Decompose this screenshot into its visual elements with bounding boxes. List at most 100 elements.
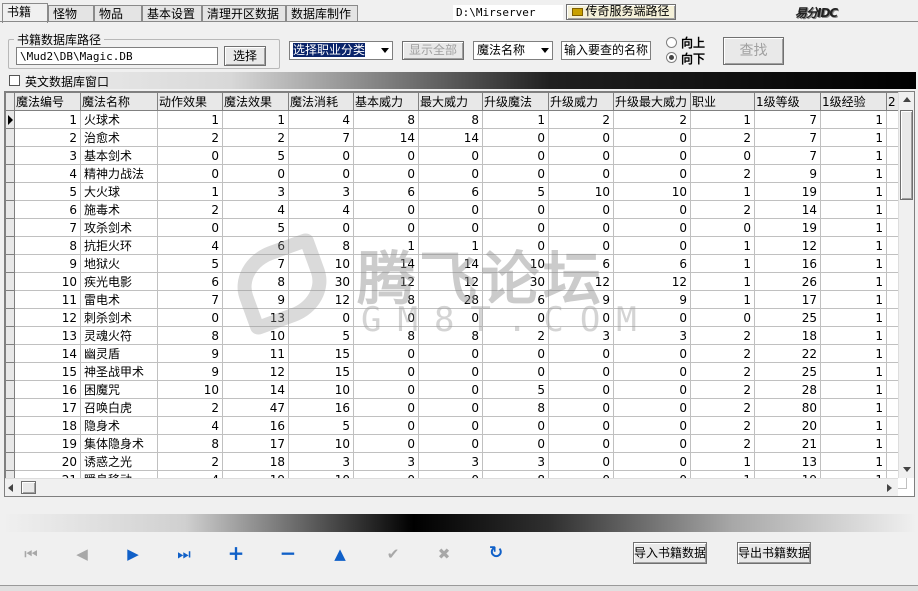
table-cell[interactable]: 8 xyxy=(14,236,81,255)
server-path-button[interactable]: 传奇服务端路径 xyxy=(566,4,676,20)
table-cell[interactable]: 2 xyxy=(690,200,755,219)
table-cell[interactable]: 10 xyxy=(14,272,81,291)
table-cell[interactable]: 11 xyxy=(222,344,289,363)
table-cell[interactable]: 4 xyxy=(14,164,81,183)
table-cell[interactable]: 0 xyxy=(157,218,223,237)
row-indicator[interactable] xyxy=(5,344,15,363)
row-indicator[interactable] xyxy=(5,416,15,435)
select-db-button[interactable]: 选择 xyxy=(224,46,266,66)
table-cell[interactable]: 0 xyxy=(353,362,419,381)
table-cell[interactable]: 12 xyxy=(418,272,483,291)
row-indicator[interactable] xyxy=(5,452,15,471)
table-cell[interactable]: 1 xyxy=(222,110,289,129)
row-indicator[interactable] xyxy=(5,398,15,417)
table-cell[interactable]: 1 xyxy=(157,110,223,129)
table-row[interactable]: 8 抗拒火环 4 6 8 1 1 0 0 0 1 12 1 xyxy=(5,236,907,255)
row-indicator[interactable] xyxy=(5,200,15,219)
table-cell[interactable]: 4 xyxy=(222,200,289,219)
magic-name-cell[interactable]: 疾光电影 xyxy=(80,272,158,291)
table-cell[interactable]: 8 xyxy=(353,290,419,309)
table-cell[interactable]: 1 xyxy=(690,290,755,309)
table-cell[interactable]: 26 xyxy=(754,272,821,291)
table-cell[interactable]: 3 xyxy=(613,326,691,345)
table-cell[interactable]: 1 xyxy=(353,236,419,255)
table-row[interactable]: 13 灵魂火符 8 10 5 8 8 2 3 3 2 18 1 xyxy=(5,326,907,345)
search-input[interactable]: 输入要查的名称 xyxy=(561,41,651,60)
table-cell[interactable]: 0 xyxy=(690,308,755,327)
table-cell[interactable]: 2 xyxy=(690,344,755,363)
tab-clean-server-data[interactable]: 清理开区数据 xyxy=(202,5,286,22)
table-row[interactable]: 11 雷电术 7 9 12 8 28 6 9 9 1 17 1 xyxy=(5,290,907,309)
table-cell[interactable]: 17 xyxy=(14,398,81,417)
column-header[interactable]: 升级威力 xyxy=(548,92,614,111)
table-cell[interactable]: 0 xyxy=(418,434,483,453)
column-header[interactable]: 基本威力 xyxy=(353,92,419,111)
table-cell[interactable]: 10 xyxy=(548,182,614,201)
table-cell[interactable]: 0 xyxy=(418,308,483,327)
tab-basic-settings[interactable]: 基本设置 xyxy=(142,5,202,22)
table-cell[interactable]: 0 xyxy=(482,146,549,165)
table-cell[interactable]: 2 xyxy=(690,416,755,435)
table-cell[interactable]: 0 xyxy=(353,200,419,219)
magic-name-cell[interactable]: 火球术 xyxy=(80,110,158,129)
table-cell[interactable]: 1 xyxy=(820,452,887,471)
table-cell[interactable]: 1 xyxy=(820,362,887,381)
scroll-left-icon[interactable] xyxy=(8,484,13,492)
table-cell[interactable]: 5 xyxy=(482,380,549,399)
table-cell[interactable]: 8 xyxy=(222,272,289,291)
table-cell[interactable]: 7 xyxy=(14,218,81,237)
magic-name-cell[interactable]: 治愈术 xyxy=(80,128,158,147)
magic-name-cell[interactable]: 困魔咒 xyxy=(80,380,158,399)
table-cell[interactable]: 6 xyxy=(222,236,289,255)
table-cell[interactable]: 0 xyxy=(548,146,614,165)
table-cell[interactable]: 5 xyxy=(482,182,549,201)
table-cell[interactable]: 3 xyxy=(288,182,354,201)
table-cell[interactable]: 0 xyxy=(482,218,549,237)
table-cell[interactable]: 0 xyxy=(418,398,483,417)
table-cell[interactable]: 0 xyxy=(288,146,354,165)
table-cell[interactable]: 16 xyxy=(222,416,289,435)
row-indicator[interactable] xyxy=(5,146,15,165)
table-cell[interactable]: 0 xyxy=(548,362,614,381)
table-cell[interactable]: 8 xyxy=(288,236,354,255)
table-cell[interactable]: 1 xyxy=(690,110,755,129)
table-cell[interactable]: 0 xyxy=(482,434,549,453)
table-cell[interactable]: 6 xyxy=(482,290,549,309)
table-cell[interactable]: 19 xyxy=(754,182,821,201)
row-indicator[interactable] xyxy=(5,308,15,327)
table-cell[interactable]: 8 xyxy=(157,326,223,345)
table-cell[interactable]: 0 xyxy=(613,380,691,399)
radio-up[interactable] xyxy=(666,37,677,48)
table-cell[interactable]: 0 xyxy=(482,344,549,363)
table-cell[interactable]: 12 xyxy=(222,362,289,381)
row-indicator[interactable] xyxy=(5,380,15,399)
table-cell[interactable]: 20 xyxy=(754,416,821,435)
table-cell[interactable]: 14 xyxy=(353,254,419,273)
table-cell[interactable]: 3 xyxy=(222,182,289,201)
table-cell[interactable]: 9 xyxy=(754,164,821,183)
table-cell[interactable]: 0 xyxy=(353,146,419,165)
table-cell[interactable]: 18 xyxy=(754,326,821,345)
tab-monsters[interactable]: 怪物 xyxy=(48,5,94,22)
table-cell[interactable]: 15 xyxy=(288,362,354,381)
table-row[interactable]: 4 精神力战法 0 0 0 0 0 0 0 0 2 9 1 xyxy=(5,164,907,183)
table-cell[interactable]: 0 xyxy=(613,146,691,165)
table-cell[interactable]: 6 xyxy=(157,272,223,291)
table-cell[interactable]: 4 xyxy=(157,236,223,255)
table-cell[interactable]: 80 xyxy=(754,398,821,417)
table-cell[interactable]: 21 xyxy=(754,434,821,453)
table-cell[interactable]: 1 xyxy=(820,146,887,165)
table-cell[interactable]: 15 xyxy=(288,344,354,363)
table-cell[interactable]: 14 xyxy=(222,380,289,399)
table-cell[interactable]: 0 xyxy=(418,416,483,435)
table-cell[interactable]: 28 xyxy=(418,290,483,309)
table-cell[interactable]: 1 xyxy=(820,254,887,273)
table-cell[interactable]: 14 xyxy=(418,128,483,147)
table-row[interactable]: 1 火球术 1 1 4 8 8 1 2 2 1 7 1 xyxy=(5,110,907,129)
table-row[interactable]: 15 神圣战甲术 9 12 15 0 0 0 0 0 2 25 1 xyxy=(5,362,907,381)
table-cell[interactable]: 20 xyxy=(14,452,81,471)
table-cell[interactable]: 5 xyxy=(222,146,289,165)
table-cell[interactable]: 2 xyxy=(613,110,691,129)
table-cell[interactable]: 0 xyxy=(613,236,691,255)
scroll-up-icon[interactable] xyxy=(903,97,911,102)
